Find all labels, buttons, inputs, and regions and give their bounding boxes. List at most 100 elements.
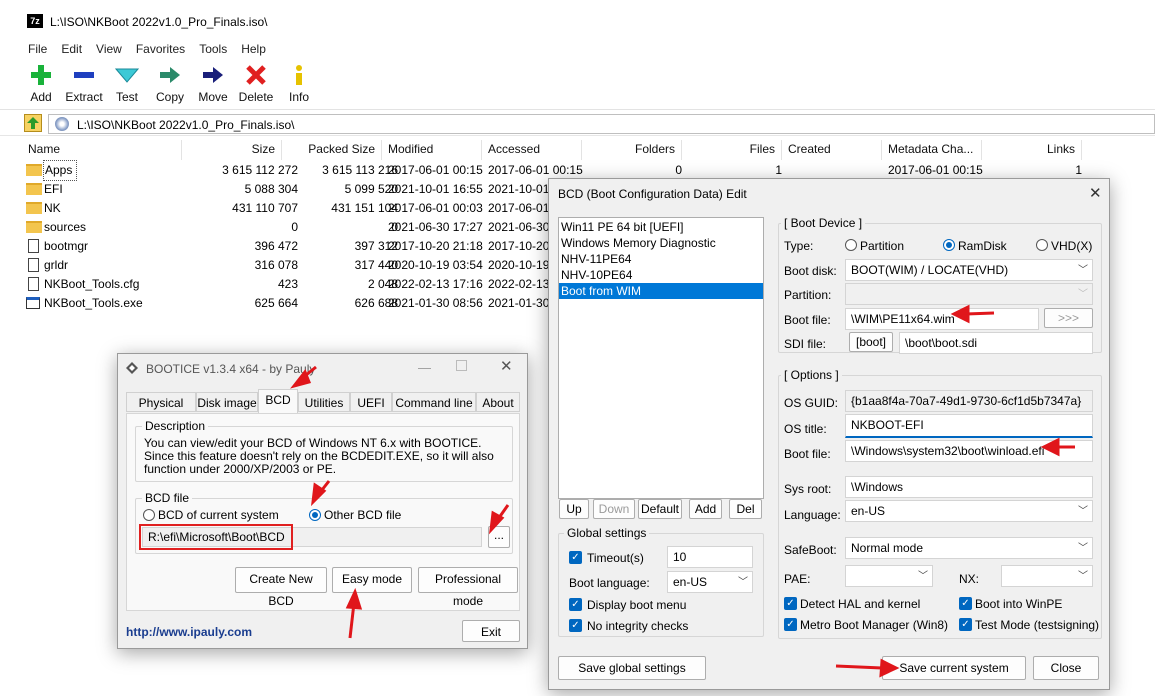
options-group: [ Options ] OS GUID: {b1aa8f4a-70a7-49d1… <box>778 368 1102 639</box>
boot-entry-item[interactable]: Windows Memory Diagnostic <box>559 235 763 251</box>
sys-root-label: Sys root: <box>784 482 832 496</box>
add-button[interactable]: Add <box>19 62 63 108</box>
sdi-file-field[interactable]: \boot\boot.sdi <box>899 332 1093 354</box>
boot-entry-item[interactable]: Win11 PE 64 bit [UEFI] <box>559 219 763 235</box>
col-modified[interactable]: Modified <box>382 140 482 160</box>
col-accessed[interactable]: Accessed <box>482 140 582 160</box>
tab-bcd[interactable]: BCD <box>258 389 298 413</box>
options-title: [ Options ] <box>781 368 842 382</box>
radio-current-system[interactable] <box>143 509 155 521</box>
sdi-boot-button[interactable]: [boot] <box>849 332 893 352</box>
easy-mode-button[interactable]: Easy mode <box>332 567 412 593</box>
close-icon[interactable]: ✕ <box>500 357 513 375</box>
menu-tools[interactable]: Tools <box>199 42 227 56</box>
col-name[interactable]: Name <box>22 140 182 160</box>
type-ramdisk-radio[interactable] <box>943 239 955 251</box>
boot-entry-item[interactable]: Boot from WIM <box>559 283 763 299</box>
menu-file[interactable]: File <box>28 42 47 56</box>
add-entry-button[interactable]: Add <box>689 499 722 519</box>
chevron-down-icon: ﹀ <box>918 571 928 582</box>
partition-select[interactable]: ﹀ <box>845 283 1093 305</box>
default-button[interactable]: Default <box>638 499 682 519</box>
sys-root-field[interactable]: \Windows <box>845 476 1093 498</box>
language-select[interactable]: en-US ﹀ <box>845 500 1093 522</box>
info-button[interactable]: Info <box>277 62 321 108</box>
close-button[interactable]: Close <box>1033 656 1099 680</box>
col-size[interactable]: Size <box>182 140 282 160</box>
boot-entry-item[interactable]: NHV-10PE64 <box>559 267 763 283</box>
test-label: Test <box>115 90 138 104</box>
boot-language-select[interactable]: en-US ﹀ <box>667 571 753 593</box>
menu-favorites[interactable]: Favorites <box>136 42 185 56</box>
professional-mode-button[interactable]: Professional mode <box>418 567 518 608</box>
folder-icon <box>26 164 42 176</box>
browse-button[interactable]: ... <box>488 526 510 548</box>
cell-modified: 2017-06-01 00:15 <box>388 163 483 177</box>
up-button[interactable]: Up <box>559 499 589 519</box>
test-mode-checkbox[interactable]: ✓ <box>959 618 972 631</box>
tab-uefi[interactable]: UEFI <box>350 392 392 412</box>
save-current-system-button[interactable]: Save current system <box>882 656 1026 680</box>
tab-utilities[interactable]: Utilities <box>298 392 350 412</box>
cell-size: 5 088 304 <box>244 182 298 196</box>
col-metadata[interactable]: Metadata Cha... <box>882 140 982 160</box>
boot-file2-field[interactable]: \Windows\system32\boot\winload.efi <box>845 440 1093 462</box>
exit-button[interactable]: Exit <box>462 620 520 642</box>
col-links[interactable]: Links <box>982 140 1082 160</box>
move-button[interactable]: Move <box>191 62 235 108</box>
copy-label: Copy <box>155 90 184 104</box>
address-bar: L:\ISO\NKBoot 2022v1.0_Pro_Finals.iso\ <box>0 112 1155 136</box>
timeout-checkbox[interactable]: ✓ <box>569 551 582 564</box>
cell-size: 3 615 112 272 <box>222 163 298 177</box>
os-guid-field[interactable]: {b1aa8f4a-70a7-49d1-9730-6cf1d5b7347a} <box>845 390 1093 412</box>
type-partition-radio[interactable] <box>845 239 857 251</box>
menu-edit[interactable]: Edit <box>61 42 82 56</box>
radio-other-bcd[interactable] <box>309 509 321 521</box>
boot-file-field[interactable]: \WIM\PE11x64.wim <box>845 308 1039 330</box>
pae-select[interactable]: ﹀ <box>845 565 933 587</box>
boot-winpe-checkbox[interactable]: ✓ <box>959 597 972 610</box>
tab-about[interactable]: About <box>476 392 520 412</box>
col-created[interactable]: Created <box>782 140 882 160</box>
cell-packed: 5 099 520 <box>344 182 398 196</box>
create-new-bcd-button[interactable]: Create New BCD <box>235 567 327 608</box>
test-button[interactable]: Test <box>105 62 149 108</box>
tab-physical-disk[interactable]: Physical disk <box>126 392 196 430</box>
save-global-settings-button[interactable]: Save global settings <box>558 656 706 680</box>
safeboot-select[interactable]: Normal mode ﹀ <box>845 537 1093 559</box>
ipauly-link[interactable]: http://www.ipauly.com <box>126 625 252 639</box>
address-input[interactable]: L:\ISO\NKBoot 2022v1.0_Pro_Finals.iso\ <box>48 114 1155 134</box>
col-folders[interactable]: Folders <box>582 140 682 160</box>
type-vhd-radio[interactable] <box>1036 239 1048 251</box>
extract-button[interactable]: Extract <box>62 62 106 108</box>
menu-help[interactable]: Help <box>241 42 266 56</box>
menu-view[interactable]: View <box>96 42 122 56</box>
bcd-close-icon[interactable]: ✕ <box>1089 184 1102 202</box>
bootice-window: BOOTICE v1.3.4 x64 - by Pauly — ✕ Physic… <box>117 353 528 649</box>
more-button[interactable]: >>> <box>1044 308 1093 328</box>
boot-entry-item[interactable]: NHV-11PE64 <box>559 251 763 267</box>
nx-select[interactable]: ﹀ <box>1001 565 1093 587</box>
cell-name: Apps <box>43 160 77 181</box>
col-files[interactable]: Files <box>682 140 782 160</box>
detect-hal-checkbox[interactable]: ✓ <box>784 597 797 610</box>
minimize-icon[interactable]: — <box>418 360 431 375</box>
up-folder-icon[interactable] <box>24 114 42 132</box>
zip-titlebar: 7z L:\ISO\NKBoot 2022v1.0_Pro_Finals.iso… <box>0 0 1155 38</box>
delete-button[interactable]: Delete <box>234 62 278 108</box>
os-title-field[interactable]: NKBOOT-EFI <box>845 414 1093 438</box>
copy-button[interactable]: Copy <box>148 62 192 108</box>
tab-command-line[interactable]: Command line <box>392 392 476 412</box>
timeout-field[interactable]: 10 <box>667 546 753 568</box>
metro-checkbox[interactable]: ✓ <box>784 618 797 631</box>
cell-name: EFI <box>44 182 63 196</box>
display-menu-checkbox[interactable]: ✓ <box>569 598 582 611</box>
down-button[interactable]: Down <box>593 499 635 519</box>
timeout-label: Timeout(s) <box>587 551 644 565</box>
no-integrity-checkbox[interactable]: ✓ <box>569 619 582 632</box>
boot-disk-select[interactable]: BOOT(WIM) / LOCATE(VHD) ﹀ <box>845 259 1093 281</box>
col-packed-size[interactable]: Packed Size <box>282 140 382 160</box>
partition-label: Partition: <box>784 288 832 302</box>
tab-disk-image[interactable]: Disk image <box>196 392 258 412</box>
del-button[interactable]: Del <box>729 499 762 519</box>
